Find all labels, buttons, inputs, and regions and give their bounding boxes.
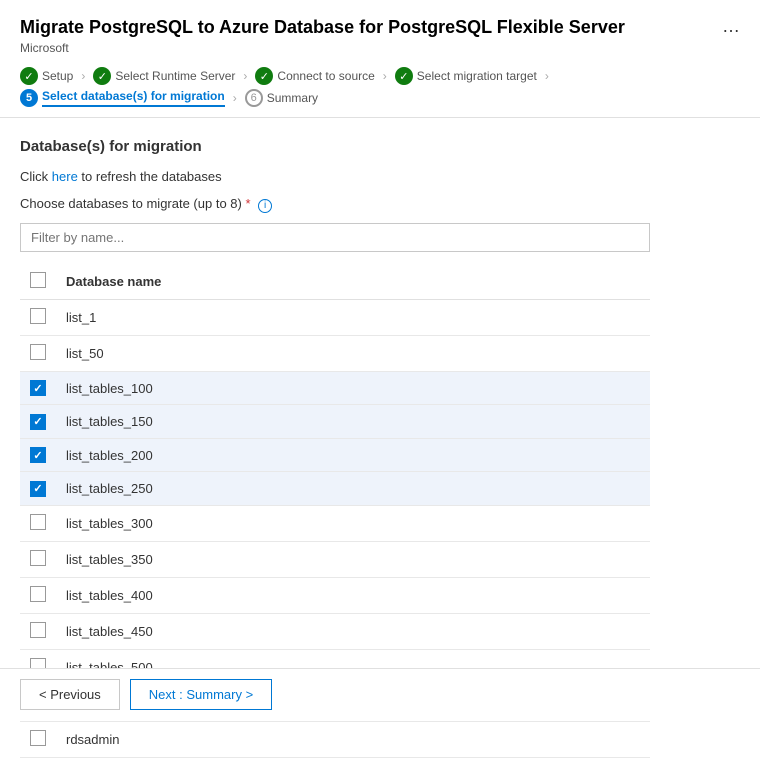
db-checkbox-7[interactable] (30, 550, 46, 566)
db-checkbox-9[interactable] (30, 622, 46, 638)
table-row[interactable]: list_1 (20, 299, 650, 335)
step-separator: › (81, 69, 85, 83)
step-icon-select-databases: 5 (20, 89, 38, 107)
table-row[interactable]: list_tables_300 (20, 505, 650, 541)
table-row[interactable]: list_tables_150 (20, 405, 650, 439)
db-checkbox-2[interactable] (30, 380, 46, 396)
section-title: Database(s) for migration (20, 138, 740, 155)
db-name-cell: list_50 (56, 335, 650, 371)
db-checkbox-3[interactable] (30, 414, 46, 430)
table-row[interactable]: list_tables_100 (20, 371, 650, 405)
db-name-cell: list_tables_450 (56, 613, 650, 649)
db-checkbox-8[interactable] (30, 586, 46, 602)
required-star: * (245, 196, 250, 211)
db-name-cell: list_tables_400 (56, 577, 650, 613)
more-options-icon[interactable]: … (722, 16, 740, 37)
db-name-cell: list_1 (56, 299, 650, 335)
step-icon-runtime-server: ✓ (93, 67, 111, 85)
step-separator: › (243, 69, 247, 83)
select-all-checkbox[interactable] (30, 272, 46, 288)
db-name-cell: list_tables_350 (56, 541, 650, 577)
step-separator: › (545, 69, 549, 83)
table-row[interactable]: list_tables_450 (20, 613, 650, 649)
db-name-cell: list_tables_200 (56, 438, 650, 472)
table-row[interactable]: list_tables_400 (20, 577, 650, 613)
step-icon-migration-target: ✓ (395, 67, 413, 85)
info-icon[interactable]: i (258, 199, 272, 213)
db-name-cell: list_tables_100 (56, 371, 650, 405)
step-connect-source[interactable]: ✓ Connect to source (255, 67, 374, 85)
step-summary[interactable]: 6 Summary (245, 89, 318, 107)
db-name-cell: list_tables_150 (56, 405, 650, 439)
table-row[interactable]: list_50 (20, 335, 650, 371)
db-checkbox-12[interactable] (30, 730, 46, 746)
step-icon-setup: ✓ (20, 67, 38, 85)
footer: < Previous Next : Summary > (0, 668, 760, 720)
step-separator: › (383, 69, 387, 83)
refresh-link[interactable]: here (52, 169, 78, 184)
step-setup[interactable]: ✓ Setup (20, 67, 73, 85)
page-subtitle: Microsoft (20, 41, 625, 55)
step-label-summary: Summary (267, 91, 318, 105)
db-name-cell: list_tables_300 (56, 505, 650, 541)
table-row[interactable]: rdsadmin (20, 721, 650, 757)
refresh-prefix: Click (20, 169, 52, 184)
step-select-databases: 5Select database(s) for migration (20, 89, 225, 107)
wizard-steps: ✓ Setup › ✓ Select Runtime Server › ✓ Connect t… (0, 55, 760, 118)
step-label-migration-target: Select migration target (417, 69, 537, 83)
step-migration-target[interactable]: ✓ Select migration target (395, 67, 537, 85)
previous-button[interactable]: < Previous (20, 679, 120, 710)
db-checkbox-1[interactable] (30, 344, 46, 360)
db-name-header: Database name (56, 264, 650, 300)
db-name-cell: rdsadmin (56, 721, 650, 757)
step-icon-connect-source: ✓ (255, 67, 273, 85)
db-checkbox-5[interactable] (30, 481, 46, 497)
table-row[interactable]: list_tables_250 (20, 472, 650, 506)
choose-label: Choose databases to migrate (up to 8) * … (20, 196, 740, 213)
table-row[interactable]: list_tables_350 (20, 541, 650, 577)
table-row[interactable]: list_tables_200 (20, 438, 650, 472)
step-runtime-server[interactable]: ✓ Select Runtime Server (93, 67, 235, 85)
db-checkbox-0[interactable] (30, 308, 46, 324)
header-checkbox-cell (20, 264, 56, 300)
step-label-setup: Setup (42, 69, 73, 83)
refresh-text: Click here to refresh the databases (20, 169, 740, 184)
db-checkbox-6[interactable] (30, 514, 46, 530)
filter-input[interactable] (20, 223, 650, 252)
db-checkbox-4[interactable] (30, 447, 46, 463)
step-label-runtime-server: Select Runtime Server (115, 69, 235, 83)
step-separator: › (233, 91, 237, 105)
step-label-select-databases: Select database(s) for migration (42, 89, 225, 107)
next-button[interactable]: Next : Summary > (130, 679, 272, 710)
db-name-cell: list_tables_250 (56, 472, 650, 506)
refresh-suffix: to refresh the databases (78, 169, 222, 184)
step-label-connect-source: Connect to source (277, 69, 374, 83)
page-title: Migrate PostgreSQL to Azure Database for… (20, 16, 625, 39)
step-icon-summary: 6 (245, 89, 263, 107)
page-header: Migrate PostgreSQL to Azure Database for… (0, 0, 760, 55)
